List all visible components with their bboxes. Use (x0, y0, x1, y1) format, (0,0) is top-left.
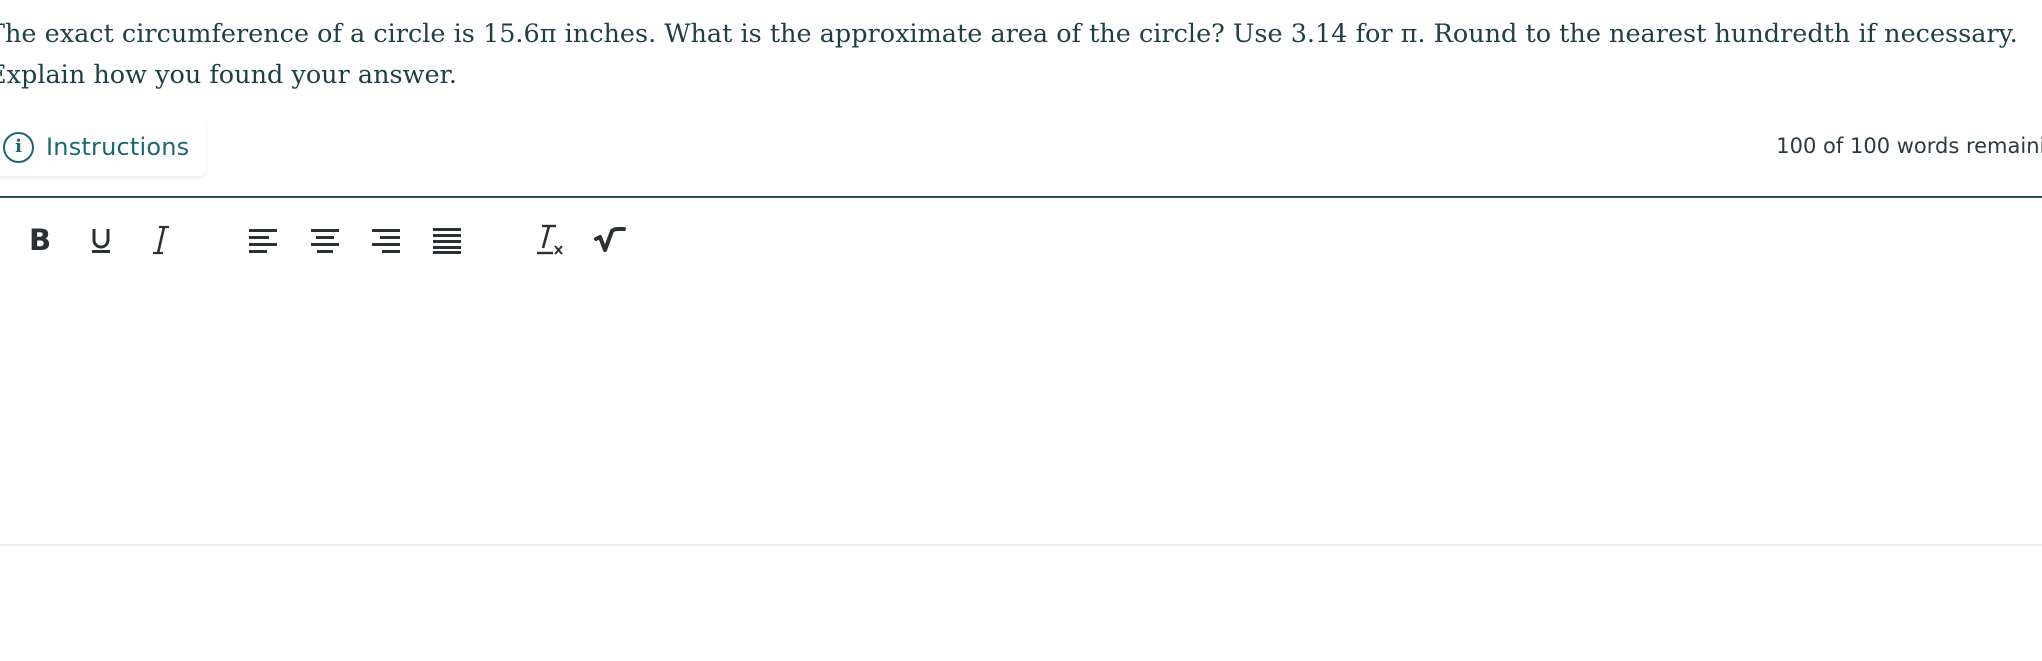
italic-icon (153, 225, 169, 255)
editor-toolbar: B (0, 198, 2042, 285)
bold-icon: B (28, 222, 52, 257)
align-justify-icon (433, 228, 461, 254)
underline-icon (92, 229, 110, 253)
align-center-button[interactable] (303, 218, 347, 262)
question-text: The exact circumference of a circle is 1… (0, 19, 2018, 90)
word-count: 100 of 100 words remaining (1776, 134, 2042, 158)
response-editor: B (0, 196, 2042, 606)
align-center-icon (311, 229, 339, 253)
clear-formatting-icon (537, 224, 563, 255)
underline-button[interactable] (79, 218, 123, 262)
response-textarea[interactable] (0, 284, 2042, 540)
align-left-button[interactable] (241, 218, 285, 262)
instructions-label: Instructions (46, 133, 190, 161)
align-right-button[interactable] (364, 218, 408, 262)
math-equation-button[interactable] (588, 218, 632, 262)
info-icon: i (3, 131, 34, 163)
instructions-button[interactable]: i Instructions (0, 118, 206, 176)
bold-button[interactable]: B (18, 218, 62, 262)
align-right-icon (372, 229, 400, 253)
clear-formatting-button[interactable] (528, 218, 572, 262)
align-justify-button[interactable] (425, 218, 469, 262)
editor-footer (0, 544, 2042, 606)
align-left-icon (249, 229, 277, 253)
italic-button[interactable] (139, 218, 183, 262)
square-root-icon (594, 227, 626, 252)
